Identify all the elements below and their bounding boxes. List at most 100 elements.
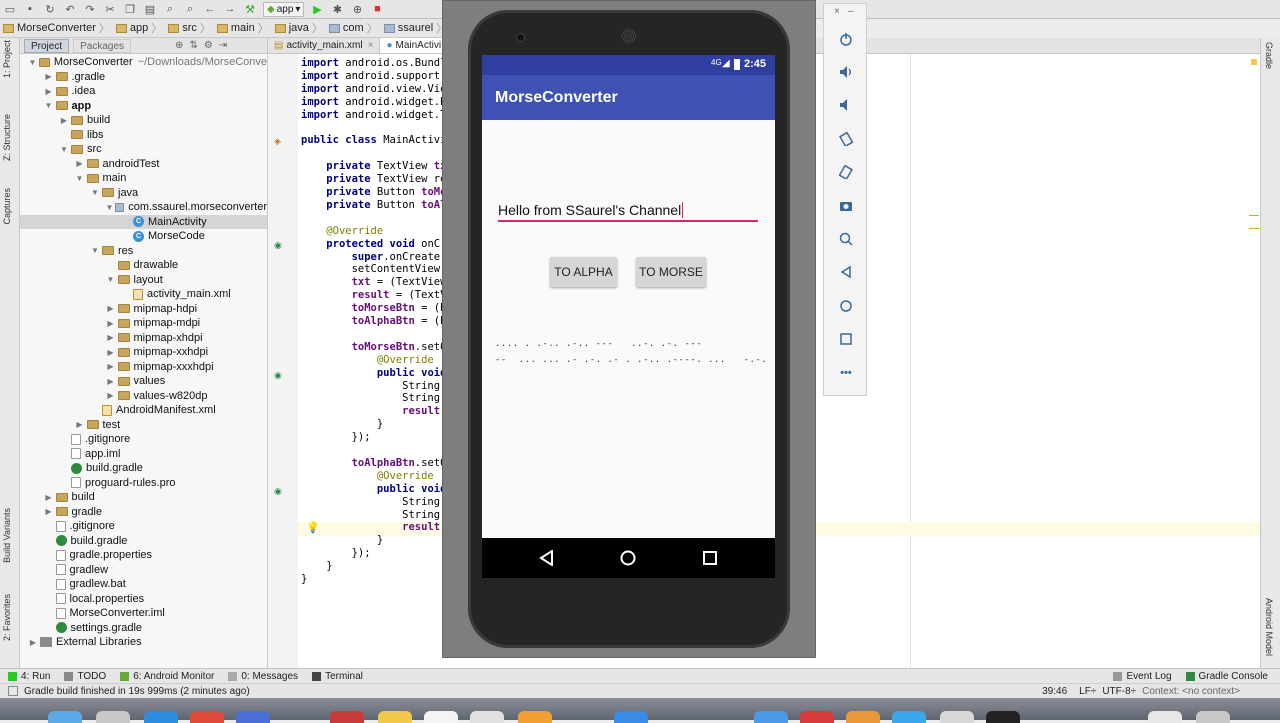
tree-item[interactable]: settings.gradle (20, 621, 267, 636)
close-icon[interactable]: × (834, 6, 840, 17)
gear-icon[interactable]: ⚙ (204, 40, 213, 51)
tree-item[interactable]: ▶ mipmap-mdpi (20, 316, 267, 331)
collapse-arrow-icon[interactable]: ▶ (106, 377, 116, 386)
tab-messages[interactable]: 0: Messages (228, 671, 298, 682)
collapse-arrow-icon[interactable]: ▶ (44, 72, 54, 81)
tree-item[interactable]: ▶ External Libraries (20, 635, 267, 650)
open-folder-icon[interactable]: ▭ (3, 2, 17, 16)
tree-item[interactable]: local.properties (20, 592, 267, 607)
tree-item[interactable]: .gitignore (20, 432, 267, 447)
app-icon[interactable] (518, 711, 552, 723)
undo-icon[interactable]: ↶ (63, 2, 77, 16)
tree-item[interactable]: MorseConverter.iml (20, 606, 267, 621)
collapse-icon[interactable]: ⇅ (189, 40, 197, 51)
tree-item[interactable]: ▼ com.ssaurel.morseconverter (20, 200, 268, 215)
tool-windows-icon[interactable] (8, 686, 18, 696)
app-icon[interactable] (846, 711, 880, 723)
tree-item[interactable]: ▶ gradle (20, 505, 267, 520)
expand-arrow-icon[interactable]: ▼ (90, 188, 100, 197)
tab-activity-main-xml[interactable]: ▤ activity_main.xml × (268, 38, 381, 53)
breadcrumb-item[interactable]: app 〉 (113, 19, 165, 38)
more-icon[interactable]: ••• (836, 363, 856, 383)
collapse-arrow-icon[interactable]: ▶ (75, 159, 85, 168)
app-icon[interactable] (470, 711, 504, 723)
rotate-left-icon[interactable] (836, 129, 856, 149)
paste-icon[interactable]: ▤ (143, 2, 157, 16)
attach-debugger-icon[interactable]: ⊕ (350, 2, 364, 16)
override-marker-icon[interactable]: ◉ (274, 486, 282, 497)
collapse-arrow-icon[interactable]: ▶ (44, 507, 54, 516)
volume-up-icon[interactable] (836, 62, 856, 82)
tree-item[interactable]: ▶ build (20, 490, 267, 505)
cursor-position[interactable]: 39:46 (1042, 686, 1067, 697)
collapse-arrow-icon[interactable]: ▶ (75, 420, 85, 429)
app-icon[interactable] (940, 711, 974, 723)
collapse-arrow-icon[interactable]: ▶ (28, 638, 38, 647)
collapse-arrow-icon[interactable]: ▶ (106, 362, 116, 371)
breadcrumb-item[interactable]: MorseConverter 〉 (0, 19, 113, 38)
power-icon[interactable] (836, 29, 856, 49)
finder-icon[interactable] (48, 711, 82, 723)
target-icon[interactable]: ⊕ (175, 40, 183, 51)
safari-icon[interactable] (144, 711, 178, 723)
copy-icon[interactable]: ❐ (123, 2, 137, 16)
tab-terminal[interactable]: Terminal (312, 671, 363, 682)
tree-item[interactable]: ▼ app (20, 99, 267, 114)
expand-arrow-icon[interactable]: ▼ (44, 101, 54, 110)
tab-android-model[interactable]: Android Model (1264, 598, 1274, 656)
file-encoding[interactable]: UTF-8÷ (1102, 686, 1136, 697)
app-icon[interactable] (614, 711, 648, 723)
run-config-select[interactable]: ◆ app ▾ (263, 1, 305, 17)
hide-icon[interactable]: ⇥ (219, 40, 227, 51)
tab-main-activity[interactable]: ● MainActivi (380, 38, 449, 53)
collapse-arrow-icon[interactable]: ▶ (44, 493, 54, 502)
tree-item[interactable]: C MorseCode (20, 229, 267, 244)
app-icon[interactable] (892, 711, 926, 723)
tree-item[interactable]: ▶ mipmap-xhdpi (20, 331, 267, 346)
tree-item[interactable]: ▶ .idea (20, 84, 267, 99)
cut-icon[interactable]: ✂ (103, 2, 117, 16)
redo-icon[interactable]: ↷ (83, 2, 97, 16)
tab-build-variants[interactable]: Build Variants (2, 508, 12, 563)
expand-arrow-icon[interactable]: ▼ (106, 203, 114, 212)
find-icon[interactable]: ⌕ (163, 2, 177, 16)
override-marker-icon[interactable]: ◉ (274, 370, 282, 381)
app-icon[interactable] (330, 711, 364, 723)
tree-item[interactable]: AndroidManifest.xml (20, 403, 267, 418)
tree-item[interactable]: gradlew (20, 563, 267, 578)
forward-icon[interactable]: → (223, 2, 237, 16)
tab-project[interactable]: 1: Project (2, 40, 12, 78)
replace-icon[interactable]: ⌕ (183, 2, 197, 16)
text-input[interactable]: Hello from SSaurel's Channel (498, 200, 758, 222)
app-icon[interactable] (754, 711, 788, 723)
tree-item[interactable]: .gitignore (20, 519, 267, 534)
tree-item[interactable]: ▼ layout (20, 273, 267, 288)
minimize-icon[interactable]: – (848, 6, 854, 17)
tree-item[interactable]: build.gradle (20, 534, 267, 549)
tree-item[interactable]: ▶ values-w820dp (20, 389, 267, 404)
chrome-icon[interactable] (190, 711, 224, 723)
collapse-arrow-icon[interactable]: ▶ (106, 391, 116, 400)
collapse-arrow-icon[interactable]: ▶ (106, 348, 116, 357)
tree-item[interactable]: gradlew.bat (20, 577, 267, 592)
tree-item[interactable]: build.gradle (20, 461, 267, 476)
tree-item[interactable]: drawable (20, 258, 267, 273)
rotate-right-icon[interactable] (836, 162, 856, 182)
back-nav-icon[interactable] (539, 550, 555, 566)
terminal-app-icon[interactable] (986, 711, 1020, 723)
expand-arrow-icon[interactable]: ▼ (28, 58, 37, 67)
tab-gradle[interactable]: Gradle (1264, 42, 1274, 69)
tree-item[interactable]: ▶ test (20, 418, 267, 433)
lightbulb-icon[interactable]: 💡 (306, 521, 320, 534)
notes-icon[interactable] (378, 711, 412, 723)
tree-item[interactable]: ▶ build (20, 113, 267, 128)
run-icon[interactable]: ▶ (310, 2, 324, 16)
tree-item[interactable]: ▼ src (20, 142, 267, 157)
tree-item[interactable]: ▶ mipmap-hdpi (20, 302, 267, 317)
tab-android-monitor[interactable]: 6: Android Monitor (120, 671, 214, 682)
line-separator[interactable]: LF÷ (1079, 686, 1096, 697)
tree-item[interactable]: ▶ mipmap-xxxhdpi (20, 360, 267, 375)
collapse-arrow-icon[interactable]: ▶ (106, 319, 116, 328)
expand-arrow-icon[interactable]: ▼ (106, 275, 116, 284)
to-alpha-button[interactable]: TO ALPHA (550, 257, 617, 287)
